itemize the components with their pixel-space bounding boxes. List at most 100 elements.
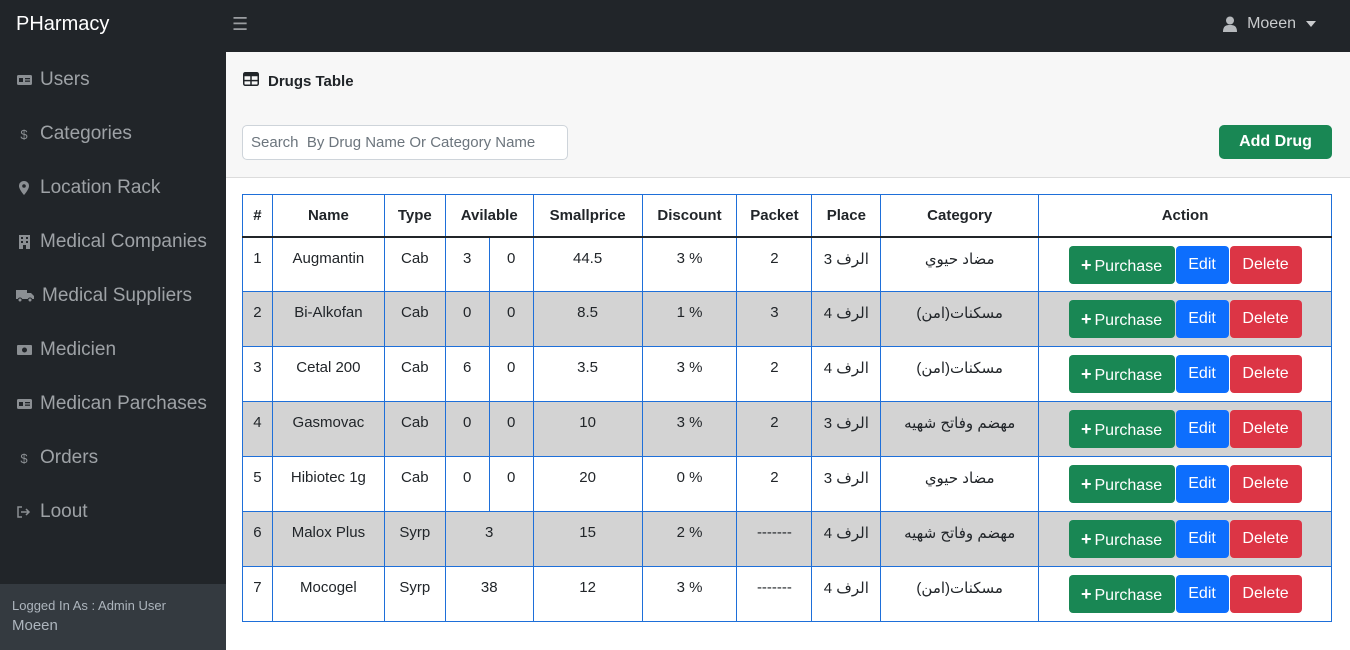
map-pin-icon <box>16 181 32 195</box>
edit-button[interactable]: Edit <box>1175 300 1229 338</box>
column-header[interactable]: Discount <box>641 194 738 238</box>
column-header[interactable]: Name <box>271 194 385 238</box>
edit-button[interactable]: Edit <box>1175 410 1229 448</box>
delete-button[interactable]: Delete <box>1229 300 1302 338</box>
cell-smallprice: 44.5 <box>532 236 643 292</box>
cell-name: Hibiotec 1g <box>271 456 385 512</box>
sidebar-item-logout[interactable]: Loout <box>16 497 88 527</box>
cell-actions: + Purchase Edit Delete <box>1038 511 1332 567</box>
purchase-button[interactable]: + Purchase <box>1068 245 1175 284</box>
table-header-row: # Name Type Avilable Smallprice Discount… <box>242 194 1332 238</box>
purchase-button[interactable]: + Purchase <box>1068 575 1175 613</box>
sidebar-item-users[interactable]: Users <box>16 65 90 95</box>
column-header[interactable]: Packet <box>736 194 813 238</box>
cell-actions: + Purchase Edit Delete <box>1038 401 1332 457</box>
purchase-button[interactable]: + Purchase <box>1068 300 1175 338</box>
cell-smallprice: 8.5 <box>532 291 643 347</box>
cell-category: مسكنات(امن) <box>880 291 1040 347</box>
cell-available-strips: 0 <box>444 291 490 347</box>
cell-packet: ------- <box>736 566 813 622</box>
purchase-button[interactable]: + Purchase <box>1068 410 1175 448</box>
column-header[interactable]: Type <box>383 194 446 238</box>
table-row: 1 Augmantin Cab 3 0 44.5 3 % 2 الرف 3 مضاد حيوي + P… <box>242 236 1332 292</box>
search-input[interactable] <box>242 125 568 160</box>
cell-name: Gasmovac <box>271 401 385 457</box>
cell-available: 3 <box>444 511 534 567</box>
sidebar-item-medical-suppliers[interactable]: Medical Suppliers <box>16 281 192 311</box>
sidebar: Users $ Categories Location Rack Medical… <box>0 52 226 650</box>
sidebar-item-label: Categories <box>40 123 132 144</box>
sidebar-item-location-rack[interactable]: Location Rack <box>16 173 160 203</box>
sidebar-item-medical-companies[interactable]: Medical Companies <box>16 227 207 257</box>
sidebar-item-orders[interactable]: $ Orders <box>16 443 98 473</box>
user-dropdown[interactable]: Moeen <box>1223 15 1316 33</box>
sidebar-item-label: Location Rack <box>40 177 161 198</box>
edit-button[interactable]: Edit <box>1175 245 1229 284</box>
cell-smallprice: 3.5 <box>532 346 643 402</box>
drugs-table: # Name Type Avilable Smallprice Discount… <box>242 194 1332 622</box>
cell-name: Bi-Alkofan <box>271 291 385 347</box>
cell-actions: + Purchase Edit Delete <box>1038 236 1332 292</box>
top-navbar: PHarmacy ☰ Moeen <box>0 0 1350 52</box>
logged-in-label: Logged In As : Admin User <box>12 598 166 613</box>
sidebar-item-categories[interactable]: $ Categories <box>16 119 132 149</box>
cell-id: 5 <box>242 456 273 512</box>
cell-actions: + Purchase Edit Delete <box>1038 456 1332 512</box>
delete-button[interactable]: Delete <box>1229 245 1302 284</box>
sidebar-item-label: Medical Suppliers <box>42 285 192 306</box>
delete-button[interactable]: Delete <box>1229 520 1302 558</box>
column-header[interactable]: Avilable <box>444 194 534 238</box>
button-label: Purchase <box>1094 532 1163 549</box>
column-header[interactable]: Place <box>811 194 882 238</box>
cell-type: Cab <box>383 346 446 402</box>
edit-button[interactable]: Edit <box>1175 520 1229 558</box>
plus-icon: + <box>1080 584 1092 604</box>
button-label: Purchase <box>1094 422 1163 439</box>
cell-discount: 3 % <box>641 566 738 622</box>
edit-button[interactable]: Edit <box>1175 355 1229 393</box>
column-header[interactable]: Smallprice <box>532 194 643 238</box>
building-icon <box>16 235 32 249</box>
sidebar-item-medicien[interactable]: Medicien <box>16 335 116 365</box>
cell-type: Syrp <box>383 566 446 622</box>
cell-place: الرف 3 <box>811 236 882 292</box>
delete-button[interactable]: Delete <box>1229 410 1302 448</box>
sidebar-item-label: Medican Parchases <box>40 393 207 414</box>
cell-available-units: 0 <box>488 401 534 457</box>
cell-place: الرف 4 <box>811 566 882 622</box>
edit-button[interactable]: Edit <box>1175 465 1229 503</box>
sidebar-item-medican-parchases[interactable]: Medican Parchases <box>16 389 207 419</box>
edit-button[interactable]: Edit <box>1175 575 1229 613</box>
cell-id: 7 <box>242 566 273 622</box>
delete-button[interactable]: Delete <box>1229 465 1302 503</box>
purchase-button[interactable]: + Purchase <box>1068 465 1175 503</box>
purchase-button[interactable]: + Purchase <box>1068 520 1175 558</box>
cell-available-units: 0 <box>488 456 534 512</box>
plus-icon: + <box>1080 529 1092 549</box>
cell-category: مهضم وفاتح شهيه <box>880 511 1040 567</box>
cell-category: مسكنات(امن) <box>880 346 1040 402</box>
cell-packet: 2 <box>736 236 813 292</box>
delete-button[interactable]: Delete <box>1229 575 1302 613</box>
table-row: 6 Malox Plus Syrp 3 15 2 % ------- الرف 4 مهضم و… <box>242 511 1332 567</box>
cell-actions: + Purchase Edit Delete <box>1038 291 1332 347</box>
button-label: Edit <box>1188 530 1216 547</box>
cell-available-units: 0 <box>488 346 534 402</box>
cell-place: الرف 4 <box>811 511 882 567</box>
add-drug-button[interactable]: Add Drug <box>1219 125 1332 159</box>
column-header[interactable]: Category <box>880 194 1040 238</box>
cell-packet: 2 <box>736 456 813 512</box>
main-content: Drugs Table Add Drug # Name Type Avilabl… <box>226 52 1350 650</box>
caret-down-icon <box>1306 21 1316 27</box>
sign-out-icon <box>16 506 32 518</box>
cell-place: الرف 4 <box>811 291 882 347</box>
sidebar-toggle-button[interactable]: ☰ <box>232 14 248 35</box>
cell-available-units: 0 <box>488 291 534 347</box>
delete-button[interactable]: Delete <box>1229 355 1302 393</box>
brand-logo[interactable]: PHarmacy <box>16 13 109 36</box>
sidebar-item-label: Users <box>40 69 90 90</box>
button-label: Purchase <box>1094 257 1163 275</box>
purchase-button[interactable]: + Purchase <box>1068 355 1175 393</box>
cell-packet: 2 <box>736 401 813 457</box>
cell-available-strips: 3 <box>444 236 490 292</box>
